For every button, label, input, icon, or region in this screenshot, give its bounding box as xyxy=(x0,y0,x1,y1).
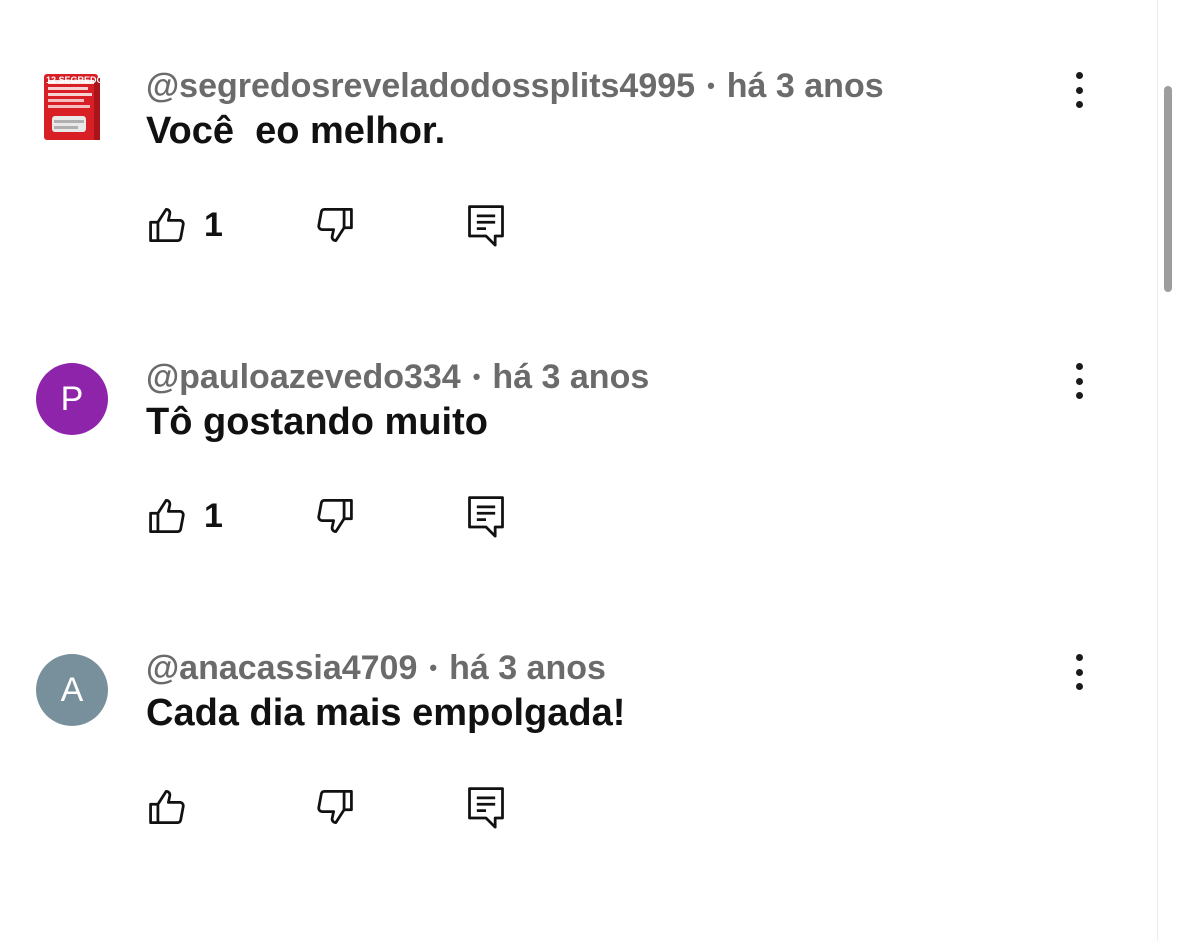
dislike-button[interactable] xyxy=(312,200,356,250)
like-button[interactable]: 1 xyxy=(146,491,223,541)
reply-comment-icon xyxy=(468,205,504,247)
comment-time[interactable]: há 3 anos xyxy=(727,67,884,106)
thumbs-down-icon xyxy=(317,499,353,533)
reply-button[interactable] xyxy=(464,782,508,832)
comment-text: Tô gostando muito xyxy=(146,401,488,443)
like-button[interactable]: 1 xyxy=(146,200,223,250)
thumbs-up-icon xyxy=(149,208,185,242)
thumbs-up-icon xyxy=(149,790,185,824)
avatar[interactable]: P xyxy=(36,363,108,435)
comment-item: P @pauloazevedo334 • há 3 anos Tô gostan… xyxy=(0,357,1150,637)
reply-comment-icon xyxy=(468,496,504,538)
like-count: 1 xyxy=(204,496,223,535)
comment-actions xyxy=(146,782,546,832)
more-vert-icon[interactable] xyxy=(1064,650,1094,694)
comment-item: 12 SEGREDOS @segredosreveladodossplits49… xyxy=(0,66,1150,346)
comment-time[interactable]: há 3 anos xyxy=(449,649,606,688)
comment-author[interactable]: @pauloazevedo334 xyxy=(146,358,461,397)
avatar-letter: A xyxy=(60,670,84,709)
comment-text: Cada dia mais empolgada! xyxy=(146,692,626,734)
reply-button[interactable] xyxy=(464,200,508,250)
meta-separator: • xyxy=(429,655,438,680)
comment-meta: @segredosreveladodossplits4995 • há 3 an… xyxy=(146,66,884,106)
comment-actions: 1 xyxy=(146,200,546,250)
comment-meta: @pauloazevedo334 • há 3 anos xyxy=(146,357,649,397)
comment-author[interactable]: @anacassia4709 xyxy=(146,649,417,688)
more-vert-icon[interactable] xyxy=(1064,359,1094,403)
comment-meta: @anacassia4709 • há 3 anos xyxy=(146,648,606,688)
thumbs-down-icon xyxy=(317,790,353,824)
more-vert-icon[interactable] xyxy=(1064,68,1094,112)
meta-separator: • xyxy=(472,364,481,389)
comment-actions: 1 xyxy=(146,491,546,541)
thumbnail-number: 12 SEGREDOS xyxy=(46,75,104,85)
product-thumbnail-icon: 12 SEGREDOS xyxy=(44,74,104,140)
comment-author[interactable]: @segredosreveladodossplits4995 xyxy=(146,67,695,106)
avatar[interactable]: A xyxy=(36,654,108,726)
meta-separator: • xyxy=(707,73,715,98)
comment-text: Você eo melhor. xyxy=(146,110,446,152)
scrollbar-thumb[interactable] xyxy=(1164,86,1172,292)
comment-time[interactable]: há 3 anos xyxy=(492,358,649,397)
like-count: 1 xyxy=(204,205,223,244)
like-button[interactable] xyxy=(146,782,204,832)
thumbs-down-icon xyxy=(317,208,353,242)
dislike-button[interactable] xyxy=(312,491,356,541)
reply-comment-icon xyxy=(468,787,504,829)
dislike-button[interactable] xyxy=(312,782,356,832)
avatar[interactable]: 12 SEGREDOS xyxy=(40,72,104,144)
comment-item: A @anacassia4709 • há 3 anos Cada dia ma… xyxy=(0,648,1150,928)
avatar-letter: P xyxy=(60,379,84,418)
thumbs-up-icon xyxy=(149,499,185,533)
comments-page: 12 SEGREDOS @segredosreveladodossplits49… xyxy=(0,0,1180,941)
reply-button[interactable] xyxy=(464,491,508,541)
scrollbar[interactable] xyxy=(1157,0,1180,941)
